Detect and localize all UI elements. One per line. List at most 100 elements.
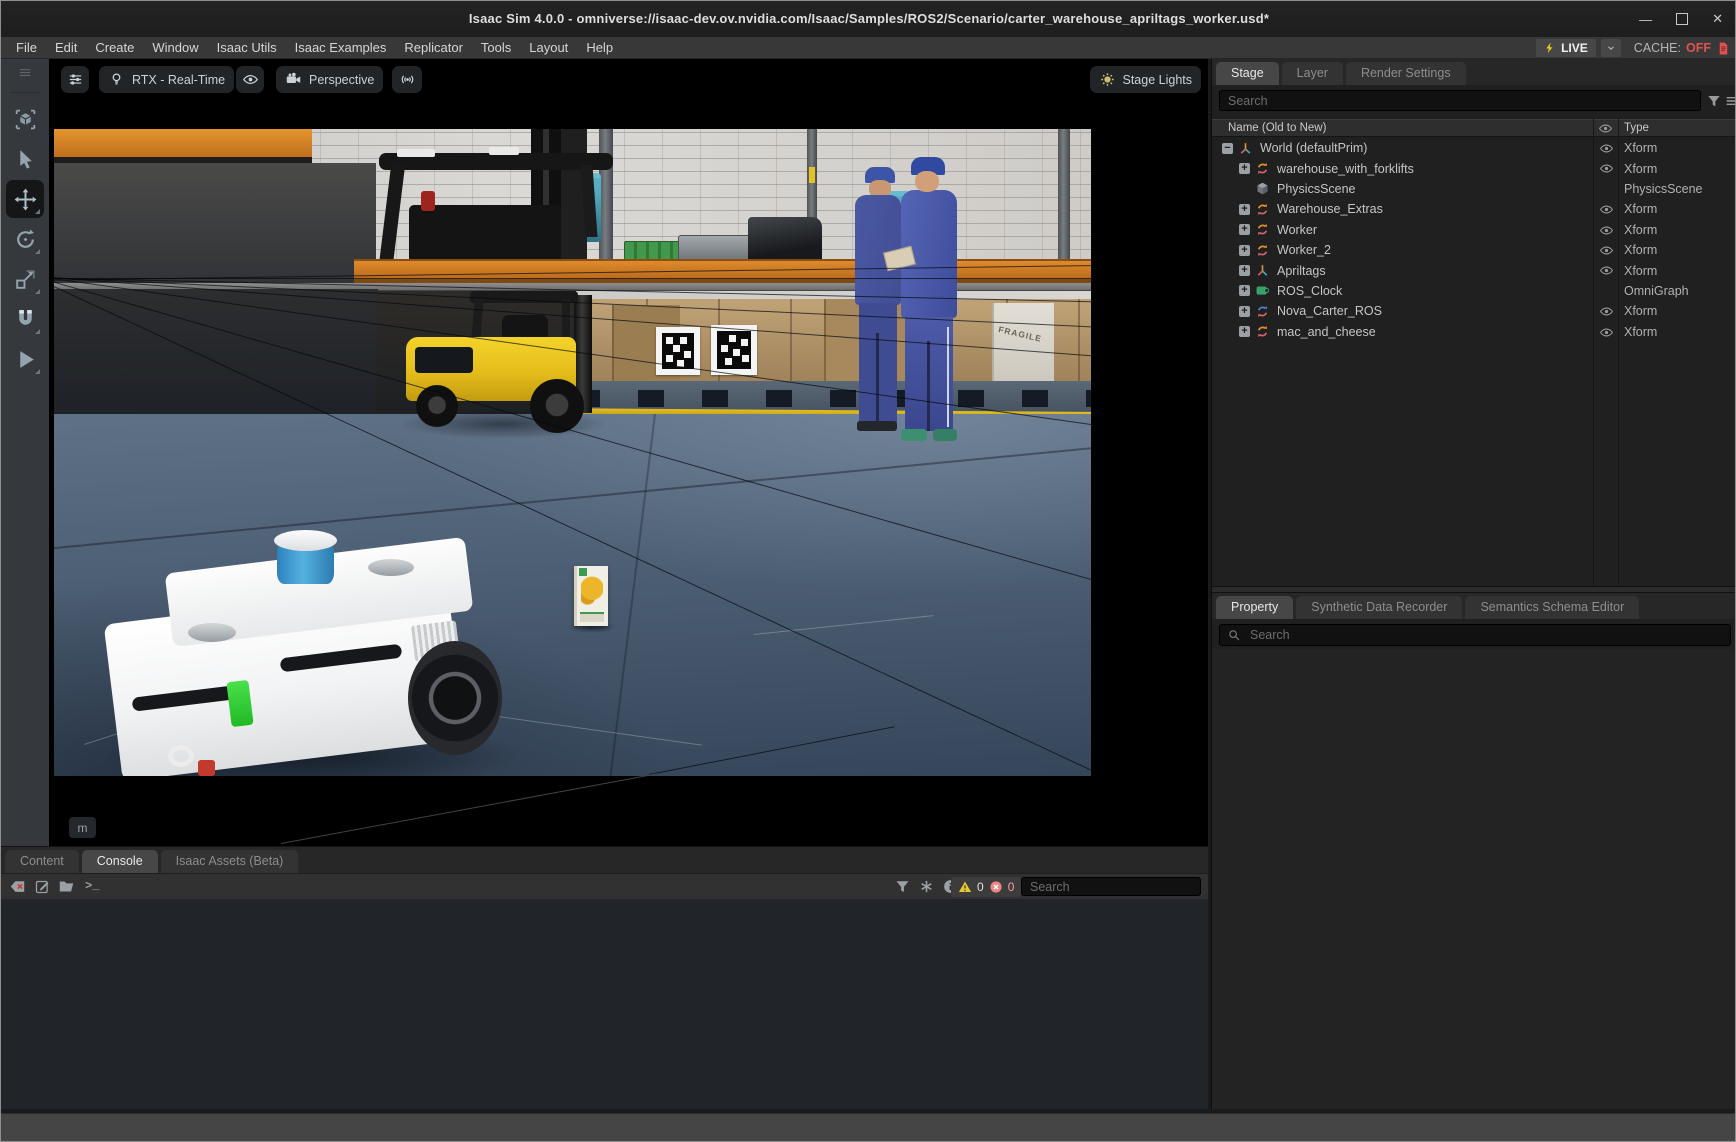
visibility-eye-icon[interactable] [1599, 243, 1614, 258]
options-menu-icon[interactable] [1724, 93, 1736, 109]
stage-tree-row-physicsscene[interactable]: PhysicsScene PhysicsScene [1212, 179, 1736, 199]
scale-tool[interactable] [6, 260, 44, 298]
snap-tool[interactable] [6, 300, 44, 338]
close-icon[interactable]: ✕ [1712, 11, 1723, 27]
cache-document-icon[interactable] [1716, 41, 1731, 56]
visibility-eye-icon[interactable] [1599, 161, 1614, 176]
maximize-icon[interactable] [1676, 13, 1688, 25]
expander-icon[interactable]: + [1239, 163, 1250, 174]
axis-icon [1255, 263, 1270, 278]
minimize-icon[interactable]: — [1639, 12, 1652, 27]
viewport-settings-button[interactable] [61, 66, 89, 93]
expander-icon[interactable]: + [1239, 224, 1250, 235]
visibility-eye-icon[interactable] [1599, 141, 1614, 156]
window-title: Isaac Sim 4.0.0 - omniverse://isaac-dev.… [1, 1, 1736, 37]
stage-tree-row-apriltags[interactable]: + Apriltags Xform [1212, 260, 1736, 280]
expander-icon[interactable]: + [1239, 265, 1250, 276]
expander-icon[interactable]: + [1239, 306, 1250, 317]
terminal-prompt-icon[interactable]: >_ [85, 879, 99, 893]
filter-icon[interactable] [1706, 93, 1722, 109]
error-icon[interactable] [989, 880, 1003, 894]
menu-item-layout[interactable]: Layout [520, 37, 577, 59]
stage-tree-header[interactable]: Name (Old to New) Type [1212, 119, 1736, 137]
scene-forklift-silhouette [371, 129, 643, 267]
rotate-tool[interactable] [6, 220, 44, 258]
search-icon [1227, 628, 1241, 642]
tab-layer[interactable]: Layer [1282, 62, 1343, 85]
stage-tree-row-nova-carter-ros[interactable]: + Nova_Carter_ROS Xform [1212, 301, 1736, 321]
tab-render-settings[interactable]: Render Settings [1346, 62, 1466, 85]
stage-tree-row-worker[interactable]: + Worker Xform [1212, 220, 1736, 240]
name-column-header[interactable]: Name (Old to New) [1228, 122, 1326, 134]
cache-label: CACHE: [1634, 41, 1681, 55]
visibility-eye-icon[interactable] [1599, 304, 1614, 319]
stage-tree-row-worker-2[interactable]: + Worker_2 Xform [1212, 240, 1736, 260]
play-tool[interactable] [6, 340, 44, 378]
warning-icon[interactable] [958, 880, 972, 894]
open-log-folder-icon[interactable] [58, 878, 75, 895]
expander-icon[interactable]: + [1239, 326, 1250, 337]
stage-lights-button[interactable]: Stage Lights [1090, 66, 1202, 93]
edit-log-icon[interactable] [34, 878, 51, 895]
robot-lidar-cap [274, 530, 337, 551]
viewport-3d[interactable]: FRAGILE [49, 59, 1208, 846]
title-bar[interactable]: Isaac Sim 4.0.0 - omniverse://isaac-dev.… [1, 1, 1736, 37]
menu-item-isaac-examples[interactable]: Isaac Examples [286, 37, 396, 59]
menu-item-file[interactable]: File [7, 37, 46, 59]
visibility-eye-icon[interactable] [1599, 223, 1614, 238]
scene-mac-and-cheese-box [574, 566, 608, 626]
live-dropdown-button[interactable] [1601, 39, 1621, 57]
console-output-area[interactable] [1, 899, 1208, 1109]
tab-isaac-assets-beta-[interactable]: Isaac Assets (Beta) [161, 850, 299, 873]
tab-property[interactable]: Property [1216, 596, 1293, 619]
live-sync-button[interactable]: LIVE [1536, 39, 1596, 57]
expander-icon[interactable]: + [1239, 245, 1250, 256]
stage-tree-row-mac-and-cheese[interactable]: + mac_and_cheese Xform [1212, 322, 1736, 342]
menu-item-window[interactable]: Window [143, 37, 207, 59]
filter-icon[interactable] [894, 878, 911, 895]
console-search-input[interactable] [1021, 877, 1201, 896]
clear-console-icon[interactable] [9, 878, 26, 895]
visibility-button[interactable] [236, 66, 264, 93]
selection-mode[interactable] [6, 100, 44, 138]
session-button[interactable] [392, 66, 422, 93]
visibility-eye-icon[interactable] [1599, 263, 1614, 278]
isaac-sim-window: Isaac Sim 4.0.0 - omniverse://isaac-dev.… [0, 0, 1736, 1142]
select-tool[interactable] [6, 140, 44, 178]
expander-icon[interactable]: − [1222, 143, 1233, 154]
visibility-eye-icon[interactable] [1599, 325, 1614, 340]
tab-console[interactable]: Console [82, 850, 158, 873]
tab-semantics-schema-editor[interactable]: Semantics Schema Editor [1465, 596, 1639, 619]
toolbar-grip-icon[interactable] [12, 65, 38, 79]
menu-item-replicator[interactable]: Replicator [395, 37, 472, 59]
camera-button[interactable]: Perspective [276, 66, 383, 93]
broadcast-icon [399, 71, 416, 88]
asterisk-verbose-icon[interactable] [918, 878, 935, 895]
forklift-post [379, 165, 405, 265]
renderer-button[interactable]: RTX - Real-Time [99, 66, 234, 93]
console-tab-bar: ContentConsoleIsaac Assets (Beta) [1, 847, 1208, 873]
panel-splitter[interactable] [1212, 586, 1736, 593]
robot-tow-ring [168, 745, 194, 767]
stage-tree-row-warehouse-with-forklifts[interactable]: + warehouse_with_forklifts Xform [1212, 158, 1736, 178]
expander-icon[interactable]: + [1239, 204, 1250, 215]
menu-item-tools[interactable]: Tools [472, 37, 520, 59]
tab-stage[interactable]: Stage [1216, 62, 1279, 85]
menu-item-help[interactable]: Help [577, 37, 622, 59]
tab-synthetic-data-recorder[interactable]: Synthetic Data Recorder [1296, 596, 1462, 619]
robot-estop-button [198, 760, 215, 776]
stage-tree-row-ros-clock[interactable]: + ROS_Clock OmniGraph [1212, 281, 1736, 301]
stage-tree-row-warehouse-extras[interactable]: + Warehouse_Extras Xform [1212, 199, 1736, 219]
menu-item-create[interactable]: Create [86, 37, 143, 59]
stage-search-input[interactable] [1219, 90, 1701, 111]
expander-icon[interactable]: + [1239, 285, 1250, 296]
menu-item-edit[interactable]: Edit [46, 37, 86, 59]
visibility-eye-icon[interactable] [1599, 202, 1614, 217]
type-column-header[interactable]: Type [1624, 122, 1649, 134]
tab-content[interactable]: Content [5, 850, 79, 873]
property-search-input[interactable] [1219, 624, 1731, 646]
worker-pant-stripe [947, 327, 949, 427]
menu-item-isaac-utils[interactable]: Isaac Utils [208, 37, 286, 59]
stage-tree-row-world-defaultprim-[interactable]: − World (defaultPrim) Xform [1212, 138, 1736, 158]
move-tool[interactable] [6, 180, 44, 218]
